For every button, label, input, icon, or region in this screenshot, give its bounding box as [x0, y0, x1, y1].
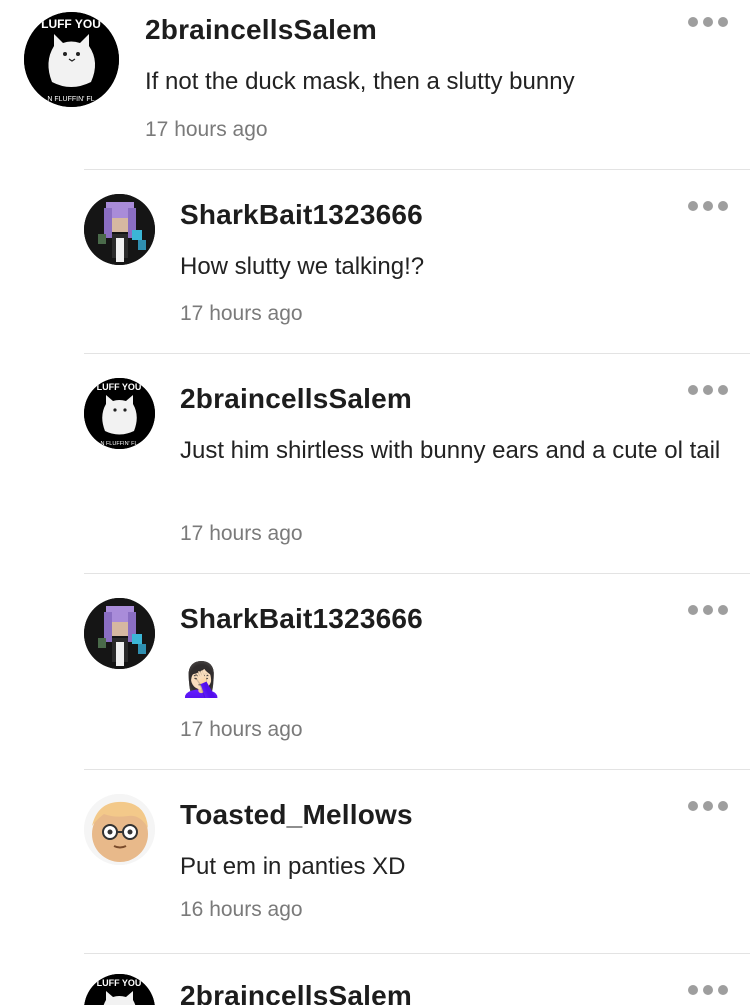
avatar[interactable]	[84, 194, 155, 265]
svg-text:LUFF YOU: LUFF YOU	[41, 17, 101, 31]
comment-text: Put em in panties XD	[180, 853, 406, 880]
reply-comment: LUFF YOU N FLUFFIN' FL 2braincellsSalem …	[0, 354, 750, 574]
cat-avatar-icon: LUFF YOU N FLUFFIN' FL	[24, 12, 119, 107]
timestamp: 17 hours ago	[180, 718, 303, 741]
cat-avatar-icon: LUFF YOU	[84, 974, 155, 1005]
reply-comment: SharkBait1323666 How slutty we talking!?…	[0, 170, 750, 354]
comment-text: If not the duck mask, then a slutty bunn…	[145, 68, 575, 95]
comment-text: How slutty we talking!?	[180, 253, 425, 280]
username[interactable]: SharkBait1323666	[180, 199, 423, 231]
svg-text:N FLUFFIN' FL: N FLUFFIN' FL	[100, 441, 137, 447]
comment-text: Just him shirtless with bunny ears and a…	[180, 437, 721, 464]
timestamp: 17 hours ago	[180, 522, 303, 545]
username[interactable]: Toasted_Mellows	[180, 799, 413, 831]
username[interactable]: SharkBait1323666	[180, 603, 423, 635]
svg-text:LUFF YOU: LUFF YOU	[97, 382, 142, 392]
pixel-character-avatar-icon	[84, 598, 155, 669]
more-options-icon[interactable]	[688, 384, 728, 396]
comment: LUFF YOU N FLUFFIN' FL 2braincellsSalem …	[0, 0, 750, 170]
reply-comment: Toasted_Mellows Put em in panties XD 16 …	[0, 770, 750, 954]
avatar[interactable]: LUFF YOU N FLUFFIN' FL	[24, 12, 119, 107]
cat-avatar-icon: LUFF YOU N FLUFFIN' FL	[84, 378, 155, 449]
facepalm-emoji: 🤦🏻‍♀️	[180, 661, 223, 699]
avatar[interactable]: LUFF YOU	[84, 974, 155, 1005]
avatar[interactable]	[84, 794, 155, 865]
reply-comment: LUFF YOU 2braincellsSalem	[0, 954, 750, 1005]
avatar[interactable]: LUFF YOU N FLUFFIN' FL	[84, 378, 155, 449]
svg-text:N FLUFFIN' FL: N FLUFFIN' FL	[47, 96, 94, 103]
timestamp: 17 hours ago	[180, 302, 303, 325]
more-options-icon[interactable]	[688, 984, 728, 996]
svg-text:LUFF YOU: LUFF YOU	[97, 978, 142, 988]
pixel-character-avatar-icon	[84, 194, 155, 265]
username[interactable]: 2braincellsSalem	[180, 383, 412, 415]
glasses-character-avatar-icon	[84, 794, 155, 865]
more-options-icon[interactable]	[688, 200, 728, 212]
more-options-icon[interactable]	[688, 800, 728, 812]
reply-comment: SharkBait1323666 🤦🏻‍♀️ 17 hours ago	[0, 574, 750, 770]
username[interactable]: 2braincellsSalem	[180, 980, 412, 1005]
more-options-icon[interactable]	[688, 604, 728, 616]
username[interactable]: 2braincellsSalem	[145, 14, 377, 46]
timestamp: 16 hours ago	[180, 898, 303, 921]
more-options-icon[interactable]	[688, 16, 728, 28]
timestamp: 17 hours ago	[145, 118, 268, 141]
avatar[interactable]	[84, 598, 155, 669]
